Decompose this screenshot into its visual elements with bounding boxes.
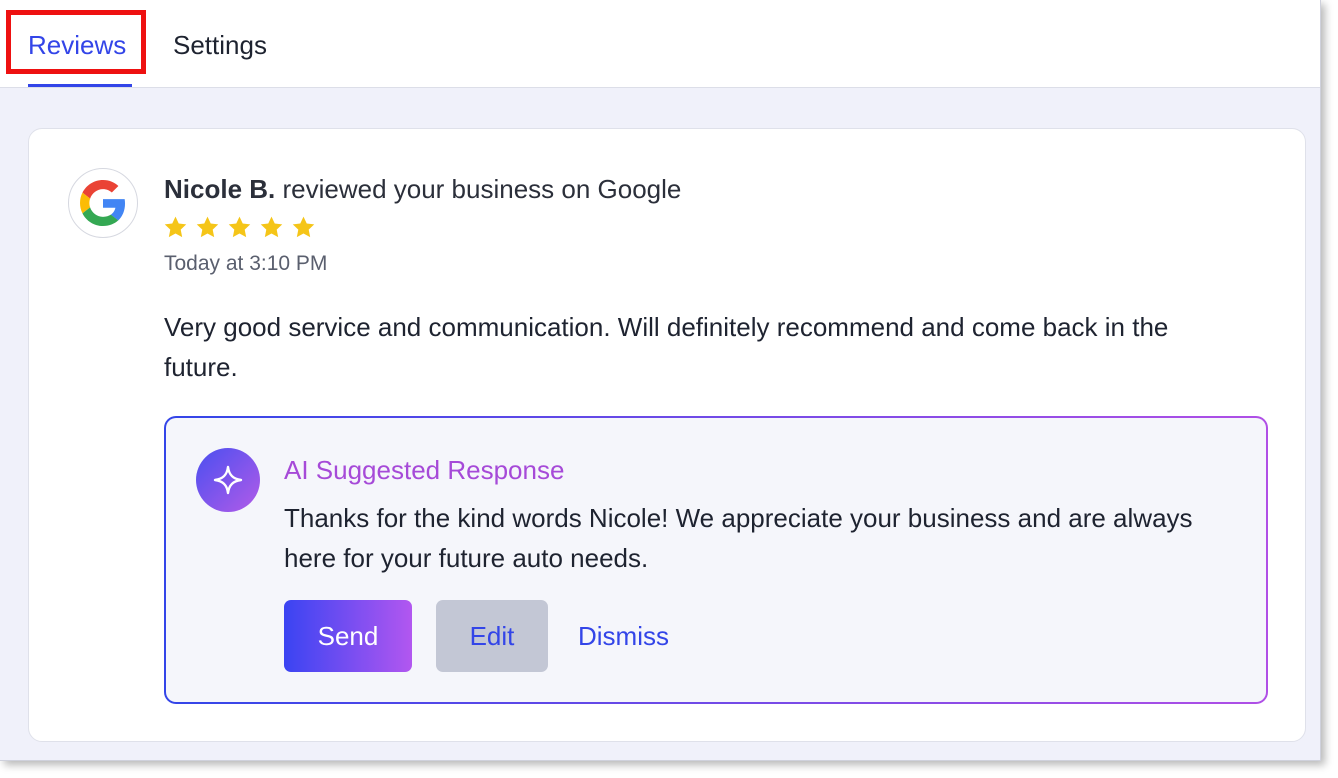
edit-button[interactable]: Edit (436, 600, 548, 672)
review-timestamp: Today at 3:10 PM (164, 252, 328, 275)
ai-suggested-response-box: AI Suggested Response Thanks for the kin… (164, 416, 1268, 704)
ai-response-text: Thanks for the kind words Nicole! We app… (284, 503, 1193, 573)
star-icon (164, 216, 187, 238)
star-icon (228, 216, 251, 238)
reviews-window: Reviews Settings Nicole B. reviewed your… (0, 0, 1321, 761)
star-icon (260, 216, 283, 238)
review-header: Nicole B. reviewed your business on Goog… (164, 173, 681, 205)
review-action-text: reviewed your business on Google (275, 174, 682, 204)
tab-bar: Reviews Settings (0, 0, 1320, 88)
ai-response-title: AI Suggested Response (284, 455, 565, 485)
active-tab-indicator (28, 84, 132, 87)
send-button[interactable]: Send (284, 600, 412, 672)
star-icon (196, 216, 219, 238)
dismiss-button[interactable]: Dismiss (578, 600, 678, 672)
star-rating (163, 215, 316, 240)
highlight-annotation-box (6, 10, 146, 74)
tab-settings[interactable]: Settings (173, 28, 267, 62)
review-text: Very good service and communication. Wil… (164, 312, 1169, 382)
star-icon (292, 216, 315, 238)
google-logo-icon (68, 168, 138, 238)
sparkle-icon (196, 448, 260, 512)
reviewer-name: Nicole B. (164, 174, 276, 204)
